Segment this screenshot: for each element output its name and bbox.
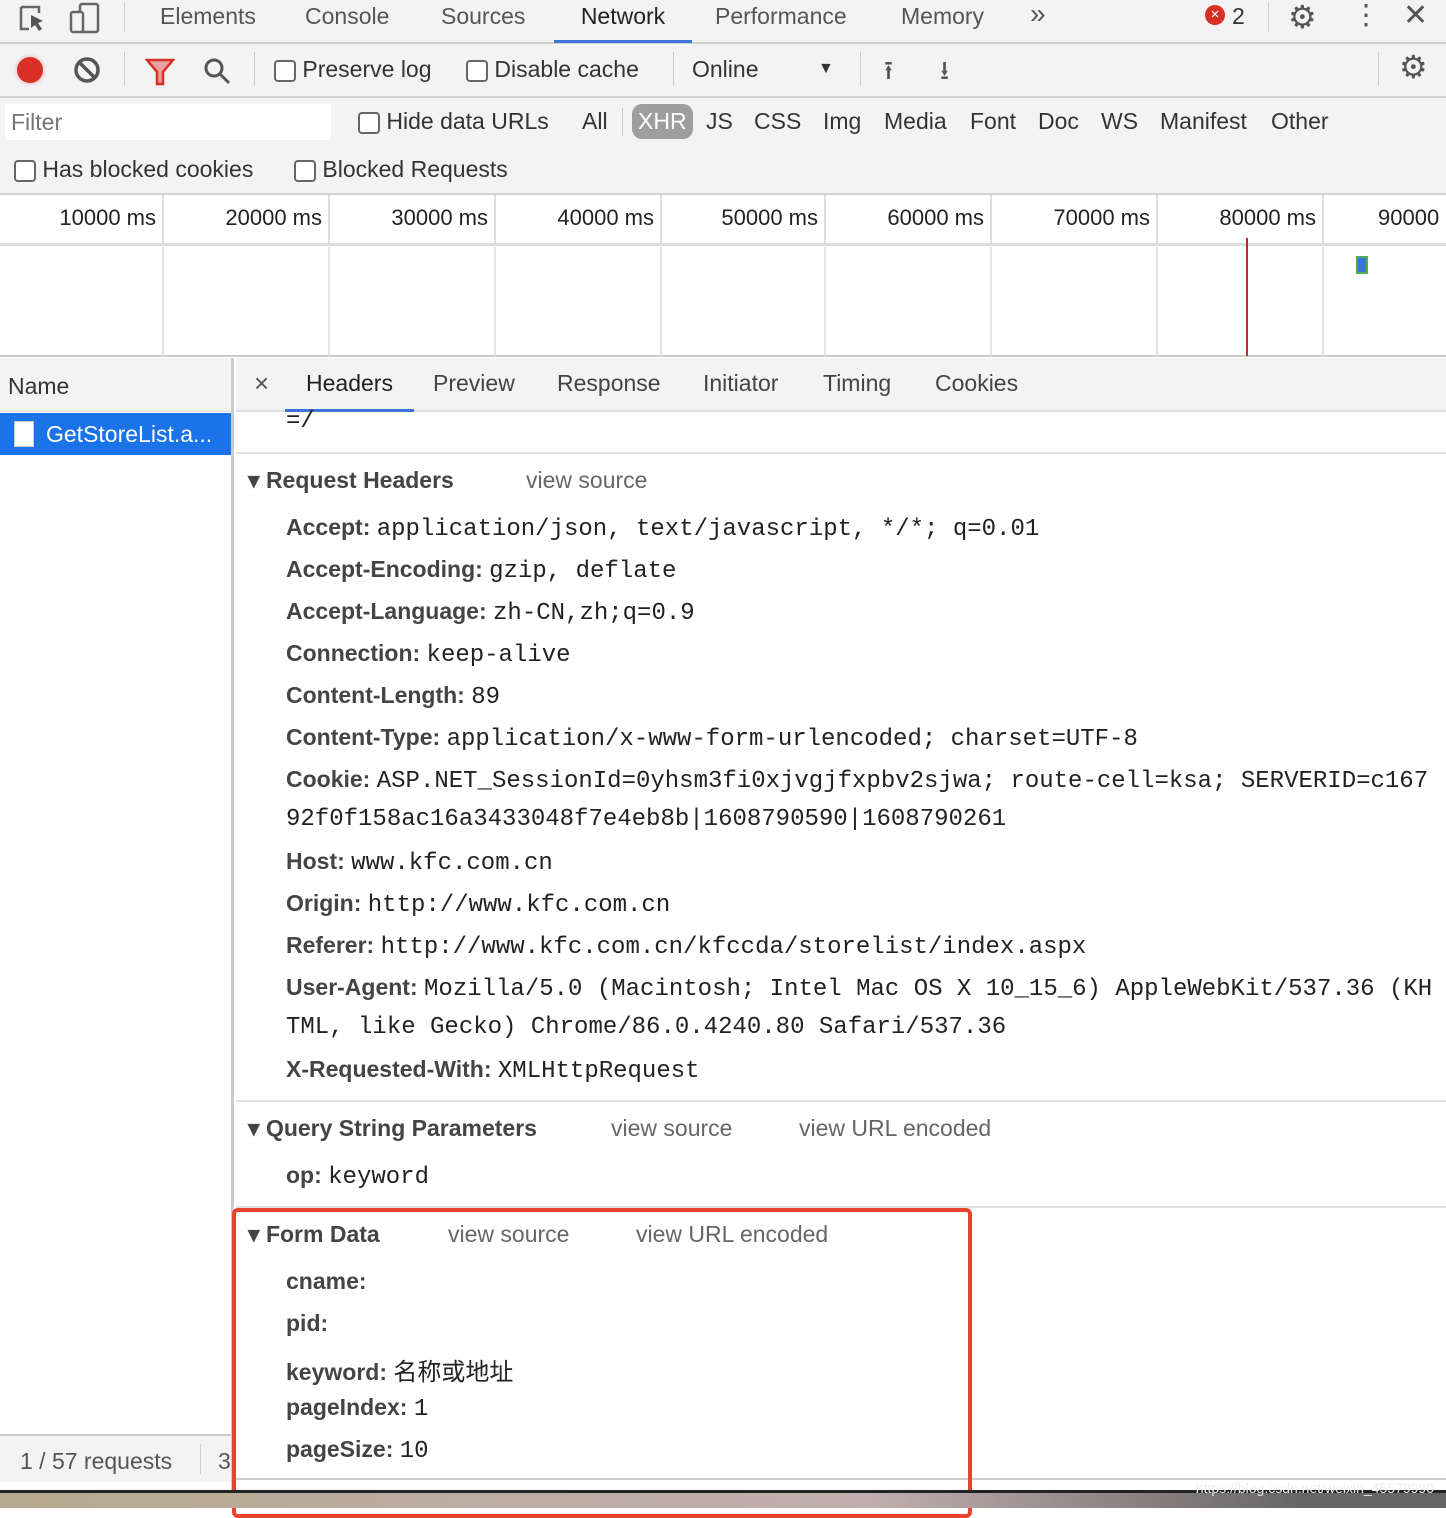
timeline-tick: 60000 ms [826, 195, 992, 245]
type-other[interactable]: Other [1271, 108, 1329, 135]
type-manifest[interactable]: Manifest [1160, 108, 1247, 135]
header-row: Accept: application/json, text/javascrip… [286, 514, 1040, 543]
error-count[interactable]: 2 [1232, 3, 1245, 30]
type-media[interactable]: Media [884, 108, 947, 135]
tab-response[interactable]: Response [557, 370, 661, 397]
has-blocked-cookies-checkbox[interactable]: Has blocked cookies [14, 156, 253, 183]
header-row: Host: www.kfc.com.cn [286, 848, 553, 877]
header-row: Cookie: ASP.NET_SessionId=0yhsm3fi0xjvgj… [286, 766, 1429, 795]
export-har-icon[interactable]: ⭳ [940, 52, 949, 96]
tab-network[interactable]: Network [554, 0, 692, 43]
header-row: User-Agent: Mozilla/5.0 (Macintosh; Inte… [286, 974, 1433, 1003]
preserve-log-checkbox[interactable]: Preserve log [274, 56, 432, 83]
timeline-tick: 10000 ms [0, 195, 164, 245]
timeline-tick: 40000 ms [496, 195, 662, 245]
tab-preview[interactable]: Preview [433, 370, 515, 397]
timeline-tick: 30000 ms [330, 195, 496, 245]
request-headers-toggle[interactable]: ▾ Request Headers [248, 467, 454, 494]
type-xhr[interactable]: XHR [632, 104, 693, 139]
record-button[interactable] [17, 57, 43, 83]
timeline-tick: 50000 ms [662, 195, 826, 245]
error-icon[interactable]: × [1205, 5, 1225, 25]
file-icon [14, 421, 34, 447]
request-row[interactable]: GetStoreList.a... [0, 413, 231, 455]
type-ws[interactable]: WS [1101, 108, 1138, 135]
header-row: Connection: keep-alive [286, 640, 571, 669]
hide-data-urls-checkbox[interactable]: Hide data URLs [358, 108, 549, 135]
header-row: X-Requested-With: XMLHttpRequest [286, 1056, 700, 1085]
type-all[interactable]: All [582, 108, 608, 135]
throttling-select[interactable]: Online ▼ [692, 56, 834, 83]
tab-elements[interactable]: Elements [160, 0, 256, 43]
transfer-size: 3 [218, 1448, 231, 1474]
type-css[interactable]: CSS [754, 108, 801, 135]
type-img[interactable]: Img [823, 108, 861, 135]
close-detail-icon[interactable]: × [254, 368, 269, 399]
view-source-link[interactable]: view source [526, 467, 647, 494]
request-bar [1356, 256, 1368, 274]
header-row: Content-Length: 89 [286, 682, 501, 711]
request-list: Name GetStoreList.a... 1 / 57 requests 3 [0, 358, 234, 1490]
header-row: Content-Type: application/x-www-form-url… [286, 724, 1138, 753]
filter-bar: Hide data URLs All XHR JS CSS Img Media … [0, 98, 1446, 195]
tab-memory[interactable]: Memory [901, 0, 984, 43]
header-row: Origin: http://www.kfc.com.cn [286, 890, 671, 919]
more-tabs-button[interactable]: » [1030, 0, 1046, 43]
filter-input[interactable] [5, 104, 331, 140]
timeline-tick: 70000 ms [992, 195, 1158, 245]
tab-sources[interactable]: Sources [441, 0, 525, 43]
view-source-link[interactable]: view source [611, 1115, 732, 1142]
header-row: Accept-Language: zh-CN,zh;q=0.9 [286, 598, 695, 627]
timeline-tick: 80000 ms [1158, 195, 1324, 245]
filter-icon[interactable] [145, 58, 175, 86]
tab-cookies[interactable]: Cookies [935, 370, 1018, 397]
tab-performance[interactable]: Performance [715, 0, 847, 43]
preserve-log-label: Preserve log [302, 56, 432, 82]
header-row-continuation: 92f0f158ac16a3433048f7e4eb8b|1608790590|… [286, 806, 1007, 833]
highlight-box [232, 1208, 972, 1518]
truncated-line: =/ [286, 408, 315, 435]
disable-cache-checkbox[interactable]: Disable cache [466, 56, 639, 83]
query-param-row: op: keyword [286, 1162, 429, 1191]
network-settings-icon[interactable]: ⚙ [1399, 48, 1428, 86]
type-font[interactable]: Font [970, 108, 1016, 135]
request-count: 1 / 57 requests [20, 1448, 173, 1474]
header-row: Accept-Encoding: gzip, deflate [286, 556, 677, 585]
header-row-continuation: TML, like Gecko) Chrome/86.0.4240.80 Saf… [286, 1014, 1007, 1041]
disable-cache-label: Disable cache [494, 56, 639, 82]
search-icon[interactable] [202, 56, 232, 86]
name-column-header[interactable]: Name [8, 373, 69, 400]
load-event-marker [1246, 238, 1248, 356]
blocked-requests-checkbox[interactable]: Blocked Requests [294, 156, 508, 183]
devtools-tab-bar: Elements Console Sources Network Perform… [0, 0, 1446, 44]
inspect-element-icon[interactable] [18, 4, 46, 34]
close-devtools-icon[interactable]: ✕ [1403, 0, 1428, 33]
request-name: GetStoreList.a... [46, 421, 213, 447]
tab-initiator[interactable]: Initiator [703, 370, 778, 397]
device-toolbar-icon[interactable] [68, 2, 102, 36]
import-har-icon[interactable]: ⭱ [884, 52, 893, 96]
timeline-tick: 20000 ms [164, 195, 330, 245]
query-params-toggle[interactable]: ▾ Query String Parameters [248, 1115, 537, 1142]
settings-icon[interactable]: ⚙ [1288, 0, 1317, 36]
type-doc[interactable]: Doc [1038, 108, 1079, 135]
tab-console[interactable]: Console [305, 0, 389, 43]
watermark: https://blog.csdn.net/weixin_45579990 [1195, 1480, 1434, 1496]
tab-headers[interactable]: Headers [285, 370, 414, 412]
header-row: Referer: http://www.kfc.com.cn/kfccda/st… [286, 932, 1087, 961]
timeline-tick: 90000 [1378, 205, 1440, 230]
network-toolbar: Preserve log Disable cache Online ▼ ⭱ ⭳ ⚙ [0, 44, 1446, 98]
view-url-encoded-link[interactable]: view URL encoded [799, 1115, 991, 1142]
clear-icon[interactable] [73, 56, 101, 84]
more-options-icon[interactable]: ⋮ [1352, 0, 1380, 31]
type-js[interactable]: JS [706, 108, 733, 135]
tab-timing[interactable]: Timing [823, 370, 891, 397]
